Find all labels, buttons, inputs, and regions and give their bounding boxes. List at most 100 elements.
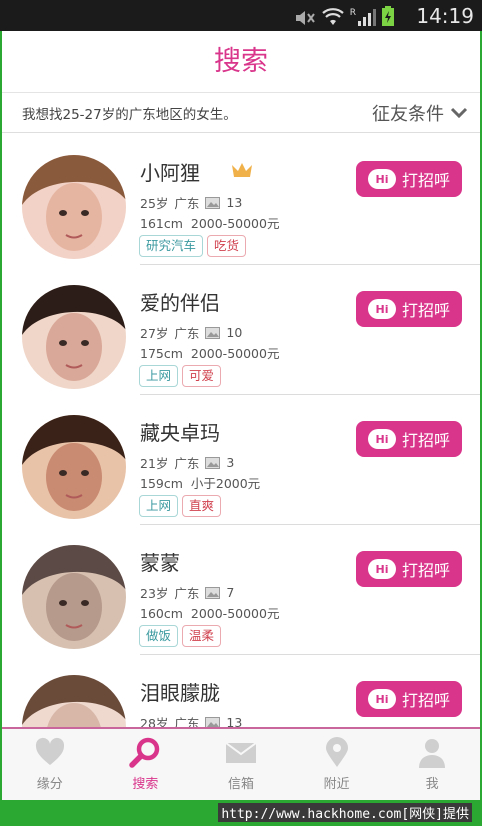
wifi-icon [322, 8, 344, 25]
mail-icon [225, 742, 257, 763]
search-icon [129, 737, 160, 768]
user-region: 广东 [174, 326, 200, 341]
user-age: 25岁 [140, 196, 169, 211]
user-photo-count: 7 [226, 585, 235, 600]
watermark-bar: http://www.hackhome.com[网侠]提供 [0, 800, 482, 826]
user-region: 广东 [174, 456, 200, 471]
tab-label: 我 [425, 777, 439, 792]
hi-bubble-icon: Hi [367, 299, 396, 319]
header: 搜索 [2, 31, 480, 93]
say-hi-button[interactable]: Hi 打招呼 [356, 291, 462, 327]
say-hi-button[interactable]: Hi 打招呼 [356, 161, 462, 197]
user-name[interactable]: 小阿狸 [140, 157, 200, 186]
user-tags: 做饭 温柔 [139, 625, 222, 647]
say-hi-label: 打招呼 [401, 561, 450, 580]
user-name[interactable]: 藏央卓玛 [140, 417, 220, 446]
location-pin-icon [325, 737, 348, 767]
user-list-item[interactable]: 泪眼朦胧 28岁 广东 13 Hi 打招呼 [2, 655, 480, 727]
say-hi-label: 打招呼 [401, 301, 450, 320]
interest-tag: 温柔 [182, 625, 222, 647]
hi-bubble-icon: Hi [367, 689, 396, 709]
tab-label: 附近 [323, 777, 350, 792]
say-hi-label: 打招呼 [401, 691, 450, 710]
say-hi-button[interactable]: Hi 打招呼 [356, 551, 462, 587]
tab-label: 信箱 [227, 777, 254, 792]
say-hi-label: 打招呼 [401, 171, 450, 190]
watermark-text: http://www.hackhome.com[网侠]提供 [218, 803, 472, 822]
user-income: 2000-50000元 [190, 346, 280, 361]
tab-location-pin[interactable]: 附近 [289, 729, 385, 800]
bottom-tab-bar: 缘分 搜索 信箱 附近 我 [2, 727, 480, 800]
user-height: 161cm [140, 216, 183, 231]
interest-tag: 直爽 [182, 495, 222, 517]
user-region: 广东 [174, 586, 200, 601]
person-icon [419, 739, 446, 768]
filter-conditions-label: 征友条件 [372, 103, 444, 125]
user-meta: 25岁 广东 13 [140, 193, 242, 212]
user-meta-2: 161cm 2000-50000元 [140, 213, 279, 232]
interest-tag: 上网 [139, 365, 179, 387]
page-title: 搜索 [214, 46, 268, 77]
user-photo-count: 13 [226, 195, 243, 210]
hi-bubble-icon: Hi [367, 169, 396, 189]
interest-tag: 研究汽车 [139, 235, 204, 257]
chevron-down-icon [450, 107, 468, 118]
user-tags: 研究汽车 吃货 [139, 235, 247, 257]
avatar[interactable] [22, 675, 126, 727]
tab-heart[interactable]: 缘分 [2, 729, 98, 800]
user-meta: 21岁 广东 3 [140, 453, 234, 472]
tab-label: 搜索 [132, 777, 159, 792]
user-age: 23岁 [140, 586, 169, 601]
photo-icon [205, 196, 221, 209]
user-name[interactable]: 爱的伴侣 [140, 287, 220, 316]
user-tags: 上网 直爽 [139, 495, 222, 517]
status-icons: R [294, 6, 394, 26]
user-name[interactable]: 蒙蒙 [140, 547, 180, 576]
status-time: 14:19 [416, 4, 474, 28]
avatar[interactable] [22, 155, 126, 259]
user-meta-2: 159cm 小于2000元 [140, 473, 260, 492]
user-name[interactable]: 泪眼朦胧 [140, 677, 220, 706]
user-height: 159cm [140, 476, 183, 491]
interest-tag: 吃货 [207, 235, 247, 257]
user-age: 28岁 [140, 716, 169, 727]
say-hi-label: 打招呼 [401, 431, 450, 450]
user-list-item[interactable]: 爱的伴侣 27岁 广东 10 175cm 2000-50000元 上网 可爱 Hi… [2, 265, 480, 395]
filter-description: 我想找25-27岁的广东地区的女生。 [22, 106, 237, 123]
mute-icon [295, 11, 315, 25]
user-income: 小于2000元 [190, 476, 261, 491]
user-meta: 27岁 广东 10 [140, 323, 242, 342]
user-income: 2000-50000元 [190, 216, 280, 231]
avatar[interactable] [22, 415, 126, 519]
app-window: 搜索 我想找25-27岁的广东地区的女生。 征友条件 小阿狸 25岁 广东 13… [2, 31, 480, 800]
user-height: 160cm [140, 606, 183, 621]
roaming-label: R [349, 8, 356, 18]
tab-person[interactable]: 我 [384, 729, 480, 800]
user-list-item[interactable]: 藏央卓玛 21岁 广东 3 159cm 小于2000元 上网 直爽 Hi 打招呼 [2, 395, 480, 525]
user-list-item[interactable]: 小阿狸 25岁 广东 13 161cm 2000-50000元 研究汽车 吃货 H… [2, 135, 480, 265]
user-income: 2000-50000元 [190, 606, 280, 621]
photo-icon [205, 456, 221, 469]
battery-charging-icon [382, 6, 394, 26]
photo-icon [205, 716, 221, 727]
user-list: 小阿狸 25岁 广东 13 161cm 2000-50000元 研究汽车 吃货 H… [2, 135, 480, 727]
signal-icon: R [350, 8, 376, 26]
say-hi-button[interactable]: Hi 打招呼 [356, 421, 462, 457]
interest-tag: 做饭 [139, 625, 179, 647]
user-age: 21岁 [140, 456, 169, 471]
user-meta-2: 175cm 2000-50000元 [140, 343, 279, 362]
user-photo-count: 10 [226, 325, 243, 340]
hi-bubble-icon: Hi [367, 429, 396, 449]
say-hi-button[interactable]: Hi 打招呼 [356, 681, 462, 717]
user-photo-count: 13 [226, 715, 243, 727]
user-height: 175cm [140, 346, 183, 361]
avatar[interactable] [22, 285, 126, 389]
photo-icon [205, 586, 221, 599]
user-list-item[interactable]: 蒙蒙 23岁 广东 7 160cm 2000-50000元 做饭 温柔 Hi 打招… [2, 525, 480, 655]
tab-search[interactable]: 搜索 [98, 729, 194, 800]
filter-conditions-button[interactable]: 征友条件 [372, 100, 468, 126]
tab-mail[interactable]: 信箱 [193, 729, 289, 800]
avatar[interactable] [22, 545, 126, 649]
heart-icon [35, 737, 64, 765]
photo-icon [205, 326, 221, 339]
